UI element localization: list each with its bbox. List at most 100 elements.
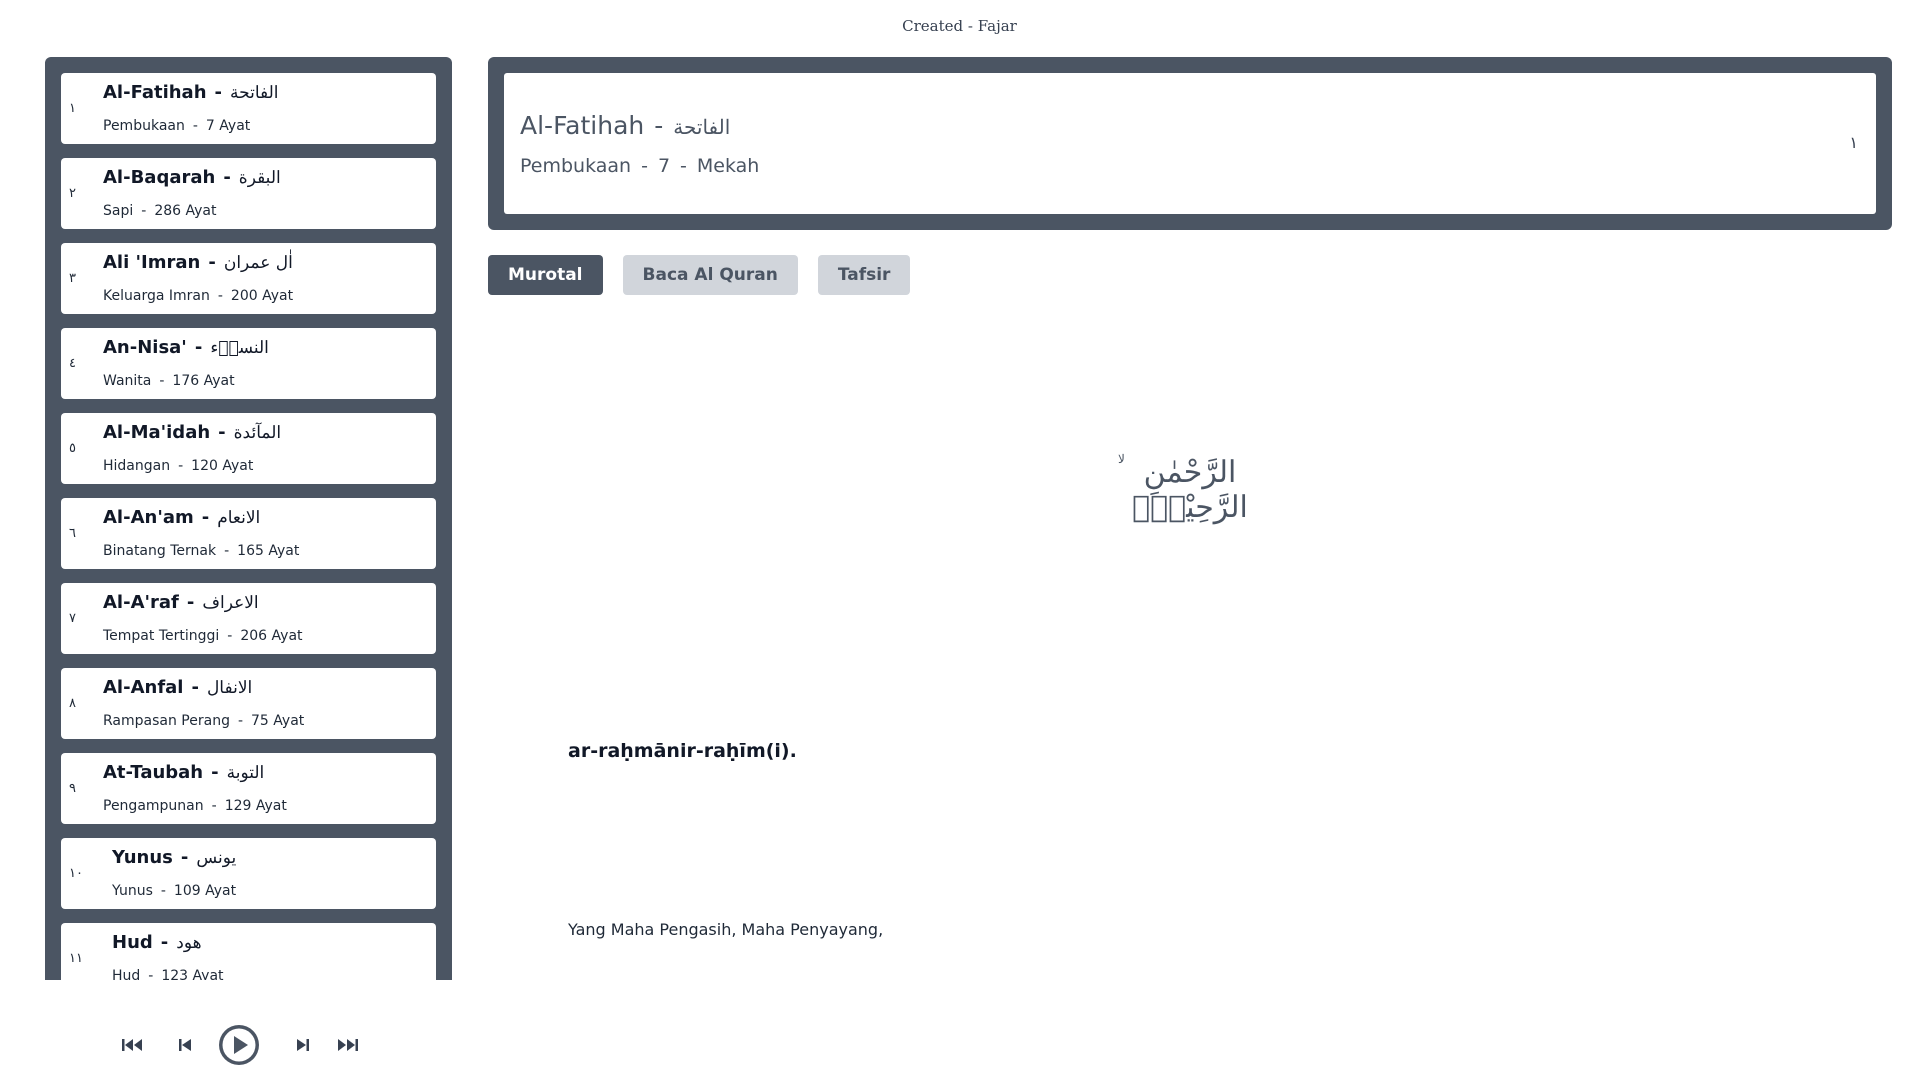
credit-text: Created - Fajar [902,17,1017,35]
audio-player [118,1024,362,1066]
surah-list: ١ Al-Fatihah - الفاتحة Pembukaan -7 Ayat ٢ Al-B… [45,57,452,980]
surah-dash: - [186,592,195,613]
surah-dash: - [214,82,222,103]
surah-dash: - [218,422,226,443]
surah-list-item[interactable]: ٥ Al-Ma'idah - المآئدة Hidangan -120 Ayat [61,413,436,484]
surah-list-item[interactable]: ٧ Al-A'raf - الاعراف Tempat Tertinggi -206 Ay… [61,583,436,654]
surah-number: ١٠ [69,866,83,881]
surah-number: ٩ [69,781,76,796]
surah-meaning: Hud [112,968,141,980]
surah-title: Al-Fatihah - الفاتحة [103,82,279,103]
surah-title: Ali 'Imran - اٰل عمران [103,252,293,273]
next-icon[interactable] [288,1030,318,1060]
surah-sidebar[interactable]: ١ Al-Fatihah - الفاتحة Pembukaan -7 Ayat ٢ Al-B… [45,57,452,980]
surah-arabic-name: النساۤء [210,338,269,358]
surah-arabic-name: الانعام [217,508,261,528]
surah-title: Hud - هود [112,932,202,953]
header-place: Mekah [696,155,760,177]
surah-latin-name: At-Taubah [103,762,204,783]
surah-title: An-Nisa' - النساۤء [103,337,269,358]
surah-dash: - [160,932,169,953]
surah-list-item[interactable]: ٨ Al-Anfal - الانفال Rampasan Perang -75 Ayat [61,668,436,739]
surah-title: Al-Anfal - الانفال [103,677,252,698]
surah-title: At-Taubah - التوبة [103,762,264,783]
play-icon[interactable] [218,1024,260,1066]
tab-baca-al-quran[interactable]: Baca Al Quran [622,255,798,295]
surah-ayat-count: 109 Ayat [173,883,237,899]
header-surah-arabic: الفاتحة [673,115,731,139]
surah-subtitle: Hidangan -120 Ayat [103,458,254,474]
surah-arabic-name: التوبة [226,763,265,783]
surah-ayat-count: 129 Ayat [224,798,287,814]
surah-meaning: Pembukaan [103,118,185,134]
surah-meaning: Binatang Ternak [103,543,217,559]
surah-latin-name: Al-An'am [103,507,194,528]
surah-number: ١١ [69,951,83,966]
header-surah-meaning: Pembukaan [520,155,632,177]
header-surah-latin: Al-Fatihah [520,111,645,140]
surah-ayat-count: 75 Ayat [251,713,305,729]
surah-meaning: Pengampunan [103,798,204,814]
surah-title: Al-Ma'idah - المآئدة [103,422,281,443]
surah-ayat-count: 206 Ayat [240,628,303,644]
surah-subtitle: Tempat Tertinggi -206 Ayat [103,628,303,644]
surah-meaning: Yunus [112,883,153,899]
surah-subtitle: Rampasan Perang -75 Ayat [103,713,305,729]
surah-header-frame: Al-Fatihah - الفاتحة Pembukaan -7- Mekah ١ [488,57,1892,230]
surah-latin-name: Ali 'Imran [103,252,201,273]
surah-number: ٧ [69,611,76,626]
surah-dash: - [208,252,216,273]
tab-murotal[interactable]: Murotal [488,255,603,295]
surah-latin-name: Al-A'raf [103,592,179,613]
surah-list-item[interactable]: ٩ At-Taubah - التوبة Pengampunan -129 Ayat [61,753,436,824]
surah-dash: - [211,762,219,783]
surah-list-item[interactable]: ٤ An-Nisa' - النساۤء Wanita -176 Ayat [61,328,436,399]
tab-tafsir[interactable]: Tafsir [817,255,911,295]
surah-number: ١ [69,101,76,116]
surah-dash: - [201,507,210,528]
surah-number: ٦ [69,526,76,541]
surah-number: ٤ [69,356,76,371]
surah-list-item[interactable]: ١ Al-Fatihah - الفاتحة Pembukaan -7 Ayat [61,73,436,144]
surah-list-item[interactable]: ١١ Hud - هود Hud -123 Ayat [61,923,436,980]
surah-arabic-name: البقرة [238,168,281,188]
surah-list-item[interactable]: ٦ Al-An'am - الانعام Binatang Ternak - 165 Aya… [61,498,436,569]
surah-latin-name: Yunus [112,847,173,868]
surah-arabic-name: المآئدة [233,423,282,443]
ayah-transliteration: ar-raḥmānir-raḥīm(i). [568,740,797,762]
surah-meaning: Sapi [103,203,134,219]
surah-number: ٥ [69,441,76,456]
skip-to-start-icon[interactable] [118,1030,148,1060]
surah-subtitle: Pengampunan -129 Ayat [103,798,287,814]
surah-ayat-count: 123 Ayat [161,968,224,980]
surah-dash: - [180,847,189,868]
surah-title: Al-Baqarah - البقرة [103,167,281,188]
surah-subtitle: Sapi -286 Ayat [103,203,217,219]
surah-ayat-count: 7 Ayat [205,118,251,134]
surah-meaning: Keluarga Imran [103,288,210,304]
surah-latin-name: An-Nisa' [103,337,187,358]
surah-title: Al-A'raf - الاعراف [103,592,259,613]
surah-list-item[interactable]: ٢ Al-Baqarah - البقرة Sapi -286 Ayat [61,158,436,229]
surah-arabic-name: الفاتحة [230,83,279,103]
surah-list-item[interactable]: ١٠ Yunus - يونس Yunus -109 Ayat [61,838,436,909]
surah-meaning: Wanita [103,373,152,389]
surah-arabic-name: هود [176,933,202,953]
surah-list-item[interactable]: ٣ Ali 'Imran - اٰل عمران Keluarga Imran -200 … [61,243,436,314]
surah-ayat-count: 286 Ayat [154,203,217,219]
surah-title: Yunus - يونس [112,847,236,868]
surah-number: ٣ [69,271,76,286]
surah-title: Al-An'am - الانعام [103,507,260,528]
surah-dash: - [191,677,199,698]
surah-arabic-name: اٰل عمران [223,253,293,273]
surah-subtitle: Hud -123 Ayat [112,968,224,980]
surah-latin-name: Al-Anfal [103,677,184,698]
surah-ayat-count: 165 Ayat [237,543,300,559]
header-surah-number: ١ [1849,133,1858,152]
skip-to-end-icon[interactable] [332,1030,362,1060]
surah-subtitle: Pembukaan -7 Ayat [103,118,251,134]
surah-meaning: Tempat Tertinggi [103,628,220,644]
surah-ayat-count: 120 Ayat [191,458,254,474]
surah-arabic-name: يونس [196,848,237,868]
previous-icon[interactable] [170,1030,200,1060]
